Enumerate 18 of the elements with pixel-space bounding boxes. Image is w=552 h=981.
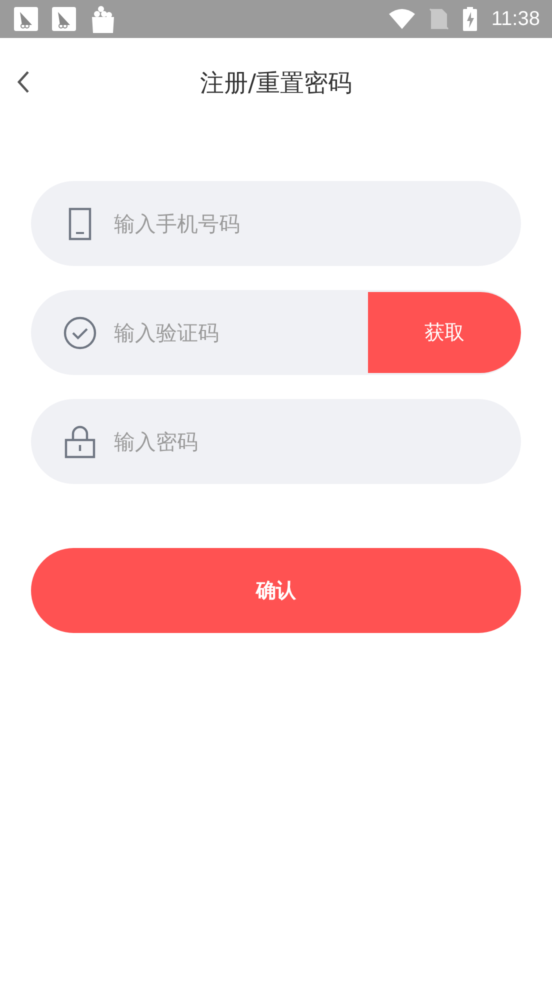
lock-icon <box>64 424 96 458</box>
password-input[interactable]: 输入密码 <box>112 428 521 454</box>
back-icon <box>16 70 30 94</box>
page-title: 注册/重置密码 <box>200 68 352 99</box>
code-input[interactable]: 输入验证码 <box>112 320 368 346</box>
get-code-button[interactable]: 获取 <box>368 292 521 373</box>
phone-field[interactable]: 输入手机号码 <box>31 181 521 266</box>
shopping-bag-icon <box>90 5 116 33</box>
clock-time: 11:38 <box>491 8 540 30</box>
password-field[interactable]: 输入密码 <box>31 399 521 484</box>
code-field[interactable]: 输入验证码 获取 <box>31 290 521 375</box>
wifi-icon <box>389 9 416 29</box>
phone-input[interactable]: 输入手机号码 <box>112 210 521 236</box>
phone-icon <box>67 206 93 240</box>
battery-charging-icon <box>463 7 478 31</box>
no-sim-icon <box>429 8 450 30</box>
check-circle-icon <box>63 316 97 350</box>
confirm-button[interactable]: 确认 <box>31 548 521 633</box>
